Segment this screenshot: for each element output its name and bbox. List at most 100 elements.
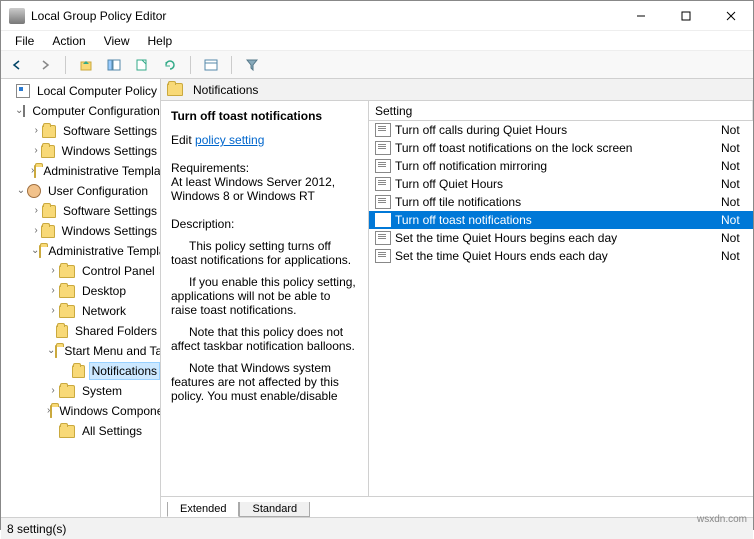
chevron-down-icon[interactable]: ⌄: [31, 243, 39, 259]
show-hide-tree-button[interactable]: [102, 54, 126, 76]
filter-button[interactable]: [240, 54, 264, 76]
setting-name: Turn off toast notifications: [395, 213, 721, 227]
list-item[interactable]: Set the time Quiet Hours ends each dayNo…: [369, 247, 753, 265]
console-tree[interactable]: Local Computer Policy ⌄Computer Configur…: [1, 79, 161, 517]
maximize-button[interactable]: [663, 1, 708, 31]
tree-item[interactable]: ›System: [1, 381, 160, 401]
folder-icon: [41, 225, 55, 238]
tree-item[interactable]: ›Software Settings: [1, 201, 160, 221]
tab-standard[interactable]: Standard: [239, 502, 310, 517]
app-icon: [9, 8, 25, 24]
forward-button[interactable]: [33, 54, 57, 76]
description-label: Description:: [171, 217, 358, 231]
menu-help[interactable]: Help: [140, 32, 181, 50]
tree-start-menu[interactable]: ⌄Start Menu and Taskbar: [1, 341, 160, 361]
list-item[interactable]: Turn off calls during Quiet HoursNot: [369, 121, 753, 139]
setting-state: Not: [721, 177, 749, 191]
tree-item[interactable]: All Settings: [1, 421, 160, 441]
minimize-button[interactable]: [618, 1, 663, 31]
column-setting[interactable]: Setting: [369, 101, 753, 120]
list-item[interactable]: Turn off toast notifications on the lock…: [369, 139, 753, 157]
tree-computer-config[interactable]: ⌄Computer Configuration: [1, 101, 160, 121]
chevron-down-icon[interactable]: ⌄: [15, 183, 27, 199]
chevron-right-icon[interactable]: ›: [31, 203, 42, 219]
main-body: Local Computer Policy ⌄Computer Configur…: [1, 79, 753, 517]
tree-root[interactable]: Local Computer Policy: [1, 81, 160, 101]
tree-item[interactable]: ›Administrative Templates: [1, 161, 160, 181]
policy-icon: [16, 84, 30, 98]
tree-item[interactable]: ›Software Settings: [1, 121, 160, 141]
folder-icon: [56, 325, 68, 338]
setting-state: Not: [721, 213, 749, 227]
description-p1: This policy setting turns off toast noti…: [171, 239, 358, 267]
close-button[interactable]: [708, 1, 753, 31]
folder-icon: [55, 345, 57, 358]
tree-item[interactable]: ›Network: [1, 301, 160, 321]
folder-icon: [59, 385, 75, 398]
setting-state: Not: [721, 141, 749, 155]
chevron-right-icon[interactable]: ›: [31, 123, 42, 139]
watermark: wsxdn.com: [697, 514, 747, 525]
up-button[interactable]: [74, 54, 98, 76]
description-p2: If you enable this policy setting, appli…: [171, 275, 358, 317]
folder-icon: [59, 305, 75, 318]
toolbar-separator: [65, 56, 66, 74]
setting-state: Not: [721, 195, 749, 209]
description-panel: Turn off toast notifications Edit policy…: [161, 101, 369, 496]
chevron-right-icon[interactable]: ›: [31, 143, 41, 159]
back-button[interactable]: [5, 54, 29, 76]
tree-item[interactable]: Shared Folders: [1, 321, 160, 341]
toolbar-separator: [190, 56, 191, 74]
requirements-text: At least Windows Server 2012, Windows 8 …: [171, 175, 358, 203]
tree-item[interactable]: ›Control Panel: [1, 261, 160, 281]
edit-line: Edit policy setting: [171, 133, 358, 147]
chevron-right-icon[interactable]: ›: [47, 283, 59, 299]
list-item[interactable]: Turn off notification mirroringNot: [369, 157, 753, 175]
list-item[interactable]: Turn off Quiet HoursNot: [369, 175, 753, 193]
setting-state: Not: [721, 123, 749, 137]
content-pane: Notifications Turn off toast notificatio…: [161, 79, 753, 517]
extended-pane: Turn off toast notifications Edit policy…: [161, 101, 753, 497]
tree-item[interactable]: ›Desktop: [1, 281, 160, 301]
setting-state: Not: [721, 231, 749, 245]
tree-item[interactable]: ›Windows Settings: [1, 141, 160, 161]
menu-file[interactable]: File: [7, 32, 42, 50]
export-button[interactable]: [130, 54, 154, 76]
properties-button[interactable]: [199, 54, 223, 76]
tree-notifications[interactable]: Notifications: [1, 361, 160, 381]
folder-icon: [72, 365, 85, 378]
tab-extended[interactable]: Extended: [167, 502, 239, 517]
setting-title: Turn off toast notifications: [171, 109, 358, 123]
settings-list[interactable]: Setting Turn off calls during Quiet Hour…: [369, 101, 753, 496]
list-item[interactable]: Set the time Quiet Hours begins each day…: [369, 229, 753, 247]
folder-icon: [59, 265, 75, 278]
chevron-right-icon[interactable]: ›: [47, 263, 59, 279]
chevron-down-icon[interactable]: ⌄: [47, 343, 55, 359]
folder-icon: [42, 205, 56, 218]
chevron-right-icon[interactable]: ›: [47, 383, 59, 399]
chevron-right-icon[interactable]: ›: [47, 303, 59, 319]
chevron-down-icon[interactable]: ⌄: [15, 103, 23, 119]
tree-item[interactable]: ›Windows Components: [1, 401, 160, 421]
setting-icon: [375, 231, 391, 245]
folder-icon: [42, 125, 56, 138]
setting-name: Turn off notification mirroring: [395, 159, 721, 173]
chevron-right-icon[interactable]: ›: [31, 223, 41, 239]
tree-user-config[interactable]: ⌄User Configuration: [1, 181, 160, 201]
list-item[interactable]: Turn off toast notificationsNot: [369, 211, 753, 229]
list-header[interactable]: Setting: [369, 101, 753, 121]
edit-policy-link[interactable]: policy setting: [195, 133, 264, 147]
refresh-button[interactable]: [158, 54, 182, 76]
folder-icon: [39, 245, 41, 258]
list-item[interactable]: Turn off tile notificationsNot: [369, 193, 753, 211]
status-text: 8 setting(s): [7, 522, 66, 536]
menu-action[interactable]: Action: [44, 32, 93, 50]
view-tabs: Extended Standard: [161, 497, 753, 517]
tree-admin-templates[interactable]: ⌄Administrative Templates: [1, 241, 160, 261]
path-bar: Notifications: [161, 79, 753, 101]
toolbar-separator: [231, 56, 232, 74]
title-bar: Local Group Policy Editor: [1, 1, 753, 31]
tree-item[interactable]: ›Windows Settings: [1, 221, 160, 241]
menu-view[interactable]: View: [96, 32, 138, 50]
description-p4: Note that Windows system features are no…: [171, 361, 358, 403]
